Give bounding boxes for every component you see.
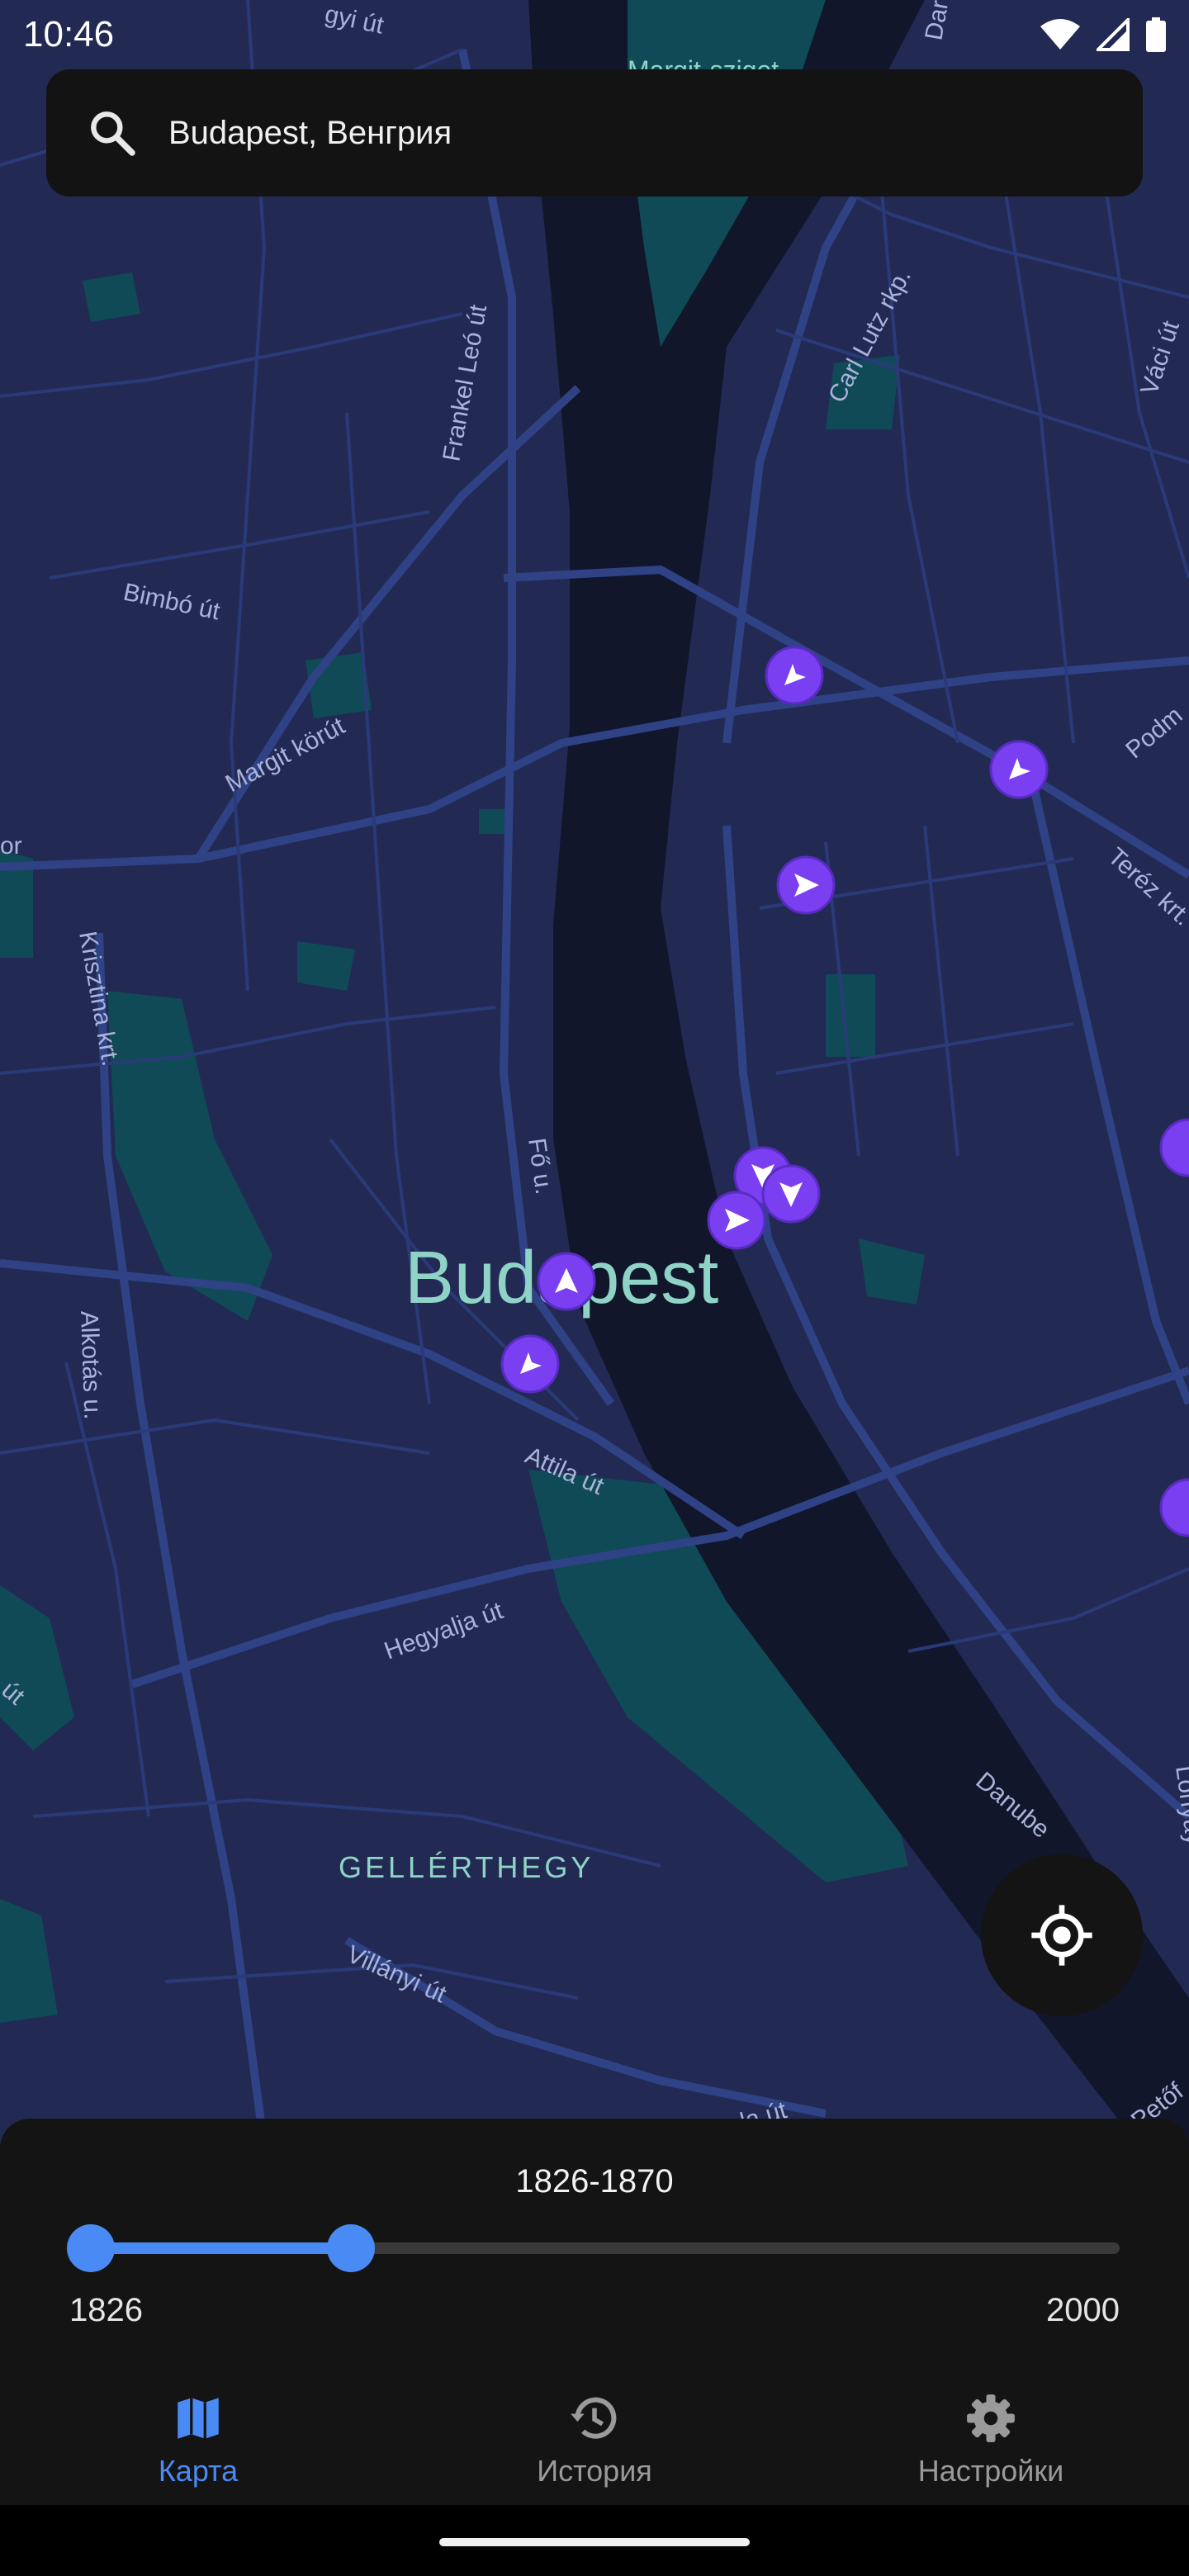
map-marker[interactable] bbox=[537, 1252, 596, 1311]
map-marker[interactable] bbox=[761, 1164, 821, 1224]
nav-item-history[interactable]: История bbox=[396, 2375, 793, 2515]
map-icon bbox=[178, 2398, 219, 2439]
settings-gear-icon bbox=[967, 2394, 1015, 2442]
map-marker[interactable] bbox=[500, 1334, 560, 1394]
street-label: or bbox=[0, 832, 22, 859]
map-marker[interactable] bbox=[776, 855, 836, 915]
slider-max-label: 2000 bbox=[1046, 2292, 1120, 2328]
history-icon bbox=[571, 2397, 617, 2439]
nav-label-map: Карта bbox=[158, 2454, 239, 2488]
nav-label-settings: Настройки bbox=[917, 2454, 1064, 2488]
status-icons bbox=[1040, 17, 1166, 52]
slider-start-thumb[interactable] bbox=[67, 2224, 115, 2272]
slider-end-thumb[interactable] bbox=[327, 2224, 376, 2272]
nav-item-map[interactable]: Карта bbox=[0, 2375, 396, 2515]
wifi-icon bbox=[1040, 19, 1080, 50]
map-marker[interactable] bbox=[765, 646, 824, 705]
battery-icon bbox=[1146, 17, 1166, 52]
search-bar[interactable]: Budapest, Венгрия bbox=[46, 69, 1143, 197]
year-range-slider[interactable] bbox=[67, 2224, 1120, 2272]
street-label: Alkotás u. bbox=[75, 1310, 107, 1420]
district-label: GELLÉRTHEGY bbox=[339, 1850, 594, 1884]
year-range-label: 1826-1870 bbox=[515, 2163, 674, 2200]
slider-selected-range bbox=[91, 2242, 352, 2254]
nav-label-history: История bbox=[537, 2454, 652, 2488]
map-marker[interactable] bbox=[707, 1191, 766, 1250]
map-view[interactable]: Frankel Leó út Carl Lutz rkp. Váci út Bi… bbox=[0, 0, 1189, 2147]
gps-crosshair-icon bbox=[1031, 1905, 1092, 1966]
nav-item-settings[interactable]: Настройки bbox=[793, 2375, 1189, 2515]
bottom-navigation: Карта История Настройки bbox=[0, 2375, 1189, 2515]
status-time: 10:46 bbox=[23, 14, 115, 54]
search-input[interactable]: Budapest, Венгрия bbox=[168, 115, 452, 152]
my-location-button[interactable] bbox=[981, 1854, 1143, 2016]
home-gesture-bar[interactable] bbox=[439, 2538, 750, 2546]
system-navigation-area bbox=[0, 2505, 1189, 2576]
search-icon bbox=[91, 111, 135, 156]
status-bar: 10:46 bbox=[0, 0, 1189, 69]
cellular-signal-icon bbox=[1097, 18, 1130, 51]
map-marker[interactable] bbox=[989, 740, 1049, 799]
slider-min-label: 1826 bbox=[69, 2292, 143, 2328]
